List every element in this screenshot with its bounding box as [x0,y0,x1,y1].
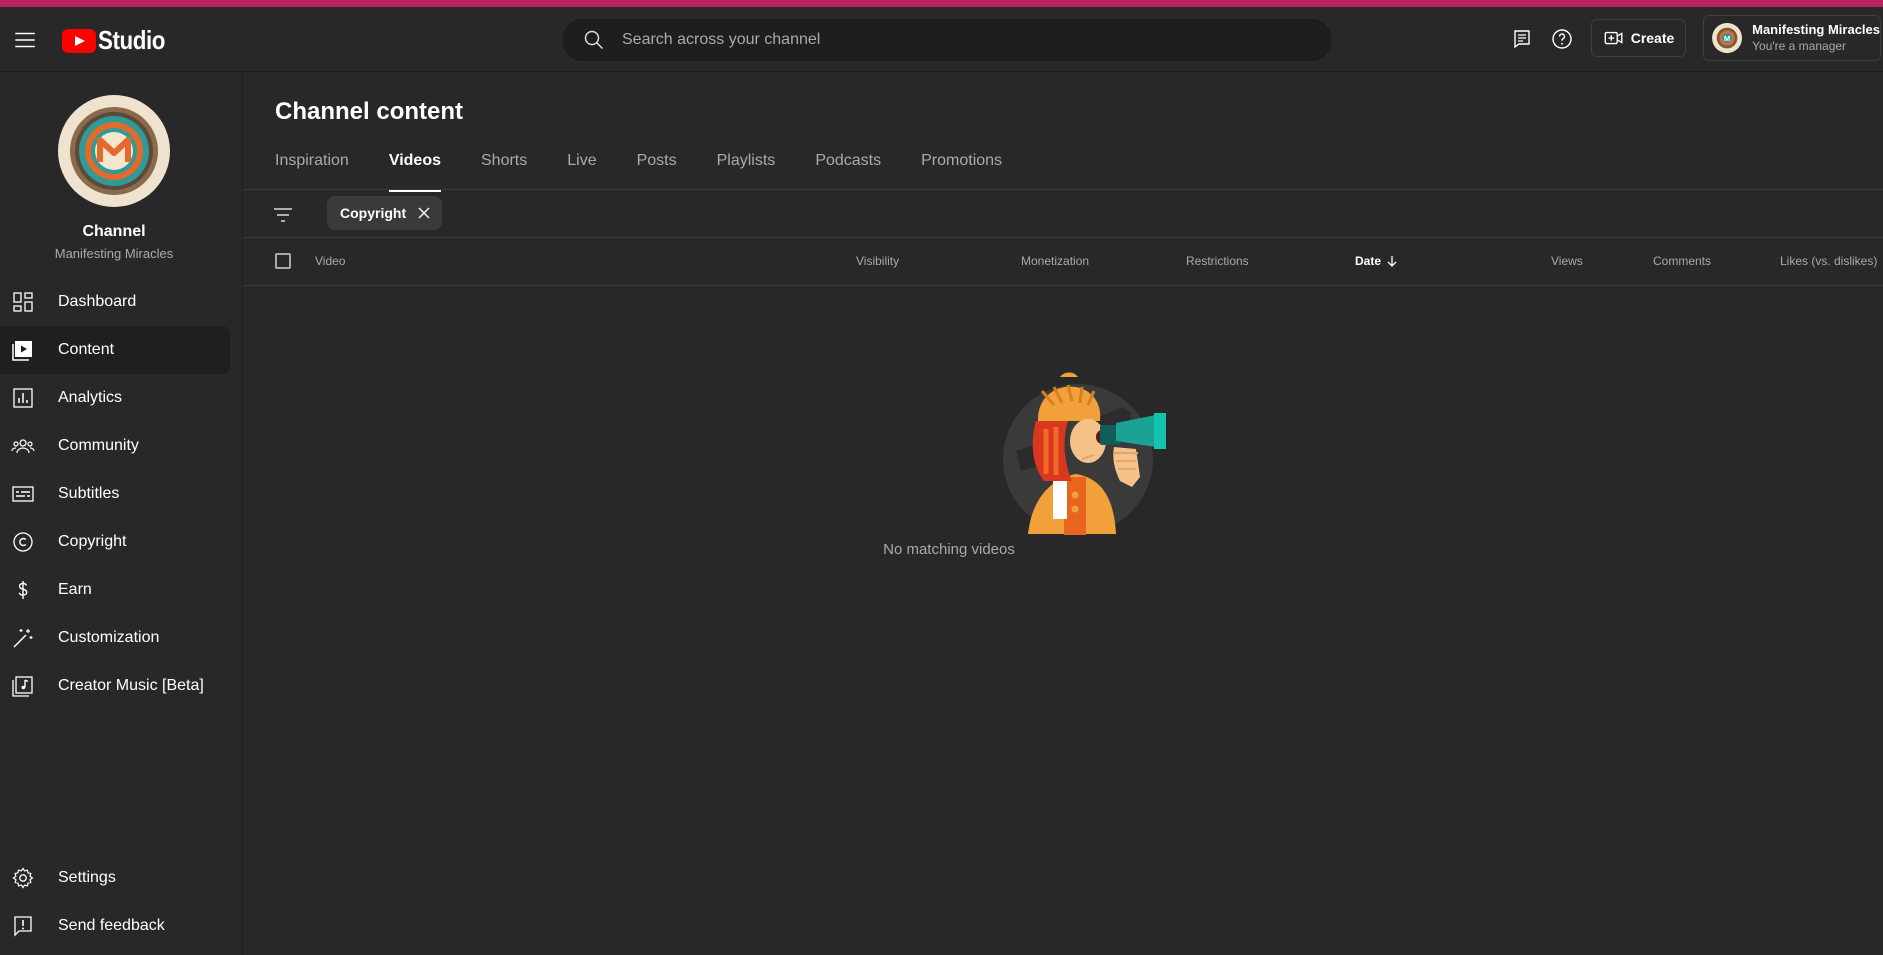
account-avatar: M [1712,22,1743,54]
column-restrictions: Restrictions [1186,254,1249,268]
table-header-divider [243,285,1883,286]
empty-state-illustration [1003,372,1166,535]
tab-podcasts[interactable]: Podcasts [815,152,881,192]
top-accent-bar [0,0,1883,7]
content-icon [12,341,32,361]
account-role: You're a manager [1752,39,1847,53]
empty-state-message: No matching videos [243,541,1633,558]
sidebar-item-creator-music[interactable]: Creator Music [Beta] [0,662,230,710]
create-button-label: Create [1630,30,1675,46]
table-header: Video Visibility Monetization Restrictio… [243,238,1883,286]
copyright-icon [13,532,33,552]
sidebar-item-copyright[interactable]: Copyright [0,518,230,566]
filter-icon[interactable] [271,203,295,227]
tab-playlists[interactable]: Playlists [717,152,776,192]
select-all-checkbox[interactable] [275,253,291,269]
search-icon [584,30,604,50]
sidebar-item-analytics[interactable]: Analytics [0,374,230,422]
account-name: Manifesting Miracles [1752,22,1880,37]
feedback-messages-icon[interactable] [1510,27,1534,51]
sidebar-item-send-feedback[interactable]: Send feedback [0,902,230,950]
channel-name: Manifesting Miracles [54,246,174,261]
sidebar-item-label: Community [58,437,139,454]
tab-live[interactable]: Live [567,152,596,192]
creator-music-icon [12,676,33,697]
sidebar-item-content[interactable]: Content [0,326,230,374]
customization-icon [13,629,33,648]
search-input[interactable] [620,30,1274,50]
column-comments[interactable]: Comments [1653,254,1711,268]
filter-chip-copyright[interactable]: Copyright [327,196,443,230]
help-icon[interactable] [1550,27,1574,51]
earn-icon [18,581,28,599]
app-title: Studio [98,25,165,55]
channel-avatar[interactable] [58,95,170,207]
column-video: Video [315,254,346,268]
tab-shorts[interactable]: Shorts [481,152,527,192]
sidebar-item-label: Subtitles [58,485,120,502]
menu-icon[interactable] [12,27,38,53]
tabs-divider [243,189,1883,190]
sidebar-item-label: Settings [58,869,116,886]
column-date[interactable]: Date [1355,254,1399,268]
sidebar-item-label: Customization [58,629,160,646]
community-icon [11,439,35,454]
settings-icon [12,867,34,889]
sidebar-item-label: Content [58,341,115,358]
sidebar-item-settings[interactable]: Settings [0,854,230,902]
sidebar-item-label: Earn [58,581,92,598]
sidebar-item-customization[interactable]: Customization [0,614,230,662]
search-bar[interactable] [563,19,1331,61]
sidebar: Channel Manifesting Miracles Dashboard C… [0,72,243,955]
column-views[interactable]: Views [1551,254,1583,268]
tab-promotions[interactable]: Promotions [921,152,1002,192]
main-content: Channel content Inspiration Videos Short… [243,72,1883,955]
sidebar-item-label: Copyright [58,533,127,550]
studio-logo[interactable]: Studio [62,25,176,56]
column-likes[interactable]: Likes (vs. dislikes) [1780,254,1877,268]
channel-label: Channel [82,223,146,240]
sidebar-item-dashboard[interactable]: Dashboard [0,278,230,326]
sidebar-item-community[interactable]: Community [0,422,230,470]
empty-state-message-text: No matching videos [883,541,1015,558]
feedback-icon [14,916,32,937]
sidebar-item-label: Creator Music [Beta] [58,677,204,694]
sidebar-item-label: Dashboard [58,293,137,310]
tab-posts[interactable]: Posts [637,152,677,192]
create-button[interactable]: Create [1591,19,1686,57]
column-date-label: Date [1355,254,1382,268]
dashboard-icon [13,292,33,312]
sidebar-item-label: Analytics [58,389,123,406]
analytics-icon [13,388,33,408]
content-tabs: Inspiration Videos Shorts Live Posts Pla… [275,152,1042,192]
header: Studio Create M Manifesting Miracles You… [0,7,1883,72]
page-title: Channel content [275,98,464,125]
column-visibility: Visibility [856,254,900,268]
sidebar-item-subtitles[interactable]: Subtitles [0,470,230,518]
subtitles-icon [12,486,34,502]
youtube-logo-icon [62,28,96,53]
sidebar-item-earn[interactable]: Earn [0,566,230,614]
filter-chip-label: Copyright [340,205,407,221]
sidebar-item-label: Send feedback [58,917,165,934]
account-switcher[interactable]: M Manifesting Miracles You're a manager [1703,15,1881,61]
create-video-icon [1604,31,1623,45]
svg-text:M: M [1724,34,1730,43]
close-icon[interactable] [416,205,432,221]
tab-inspiration[interactable]: Inspiration [275,152,349,192]
column-monetization: Monetization [1021,254,1090,268]
sort-down-arrow-icon [1387,256,1397,267]
tab-videos[interactable]: Videos [388,152,442,192]
